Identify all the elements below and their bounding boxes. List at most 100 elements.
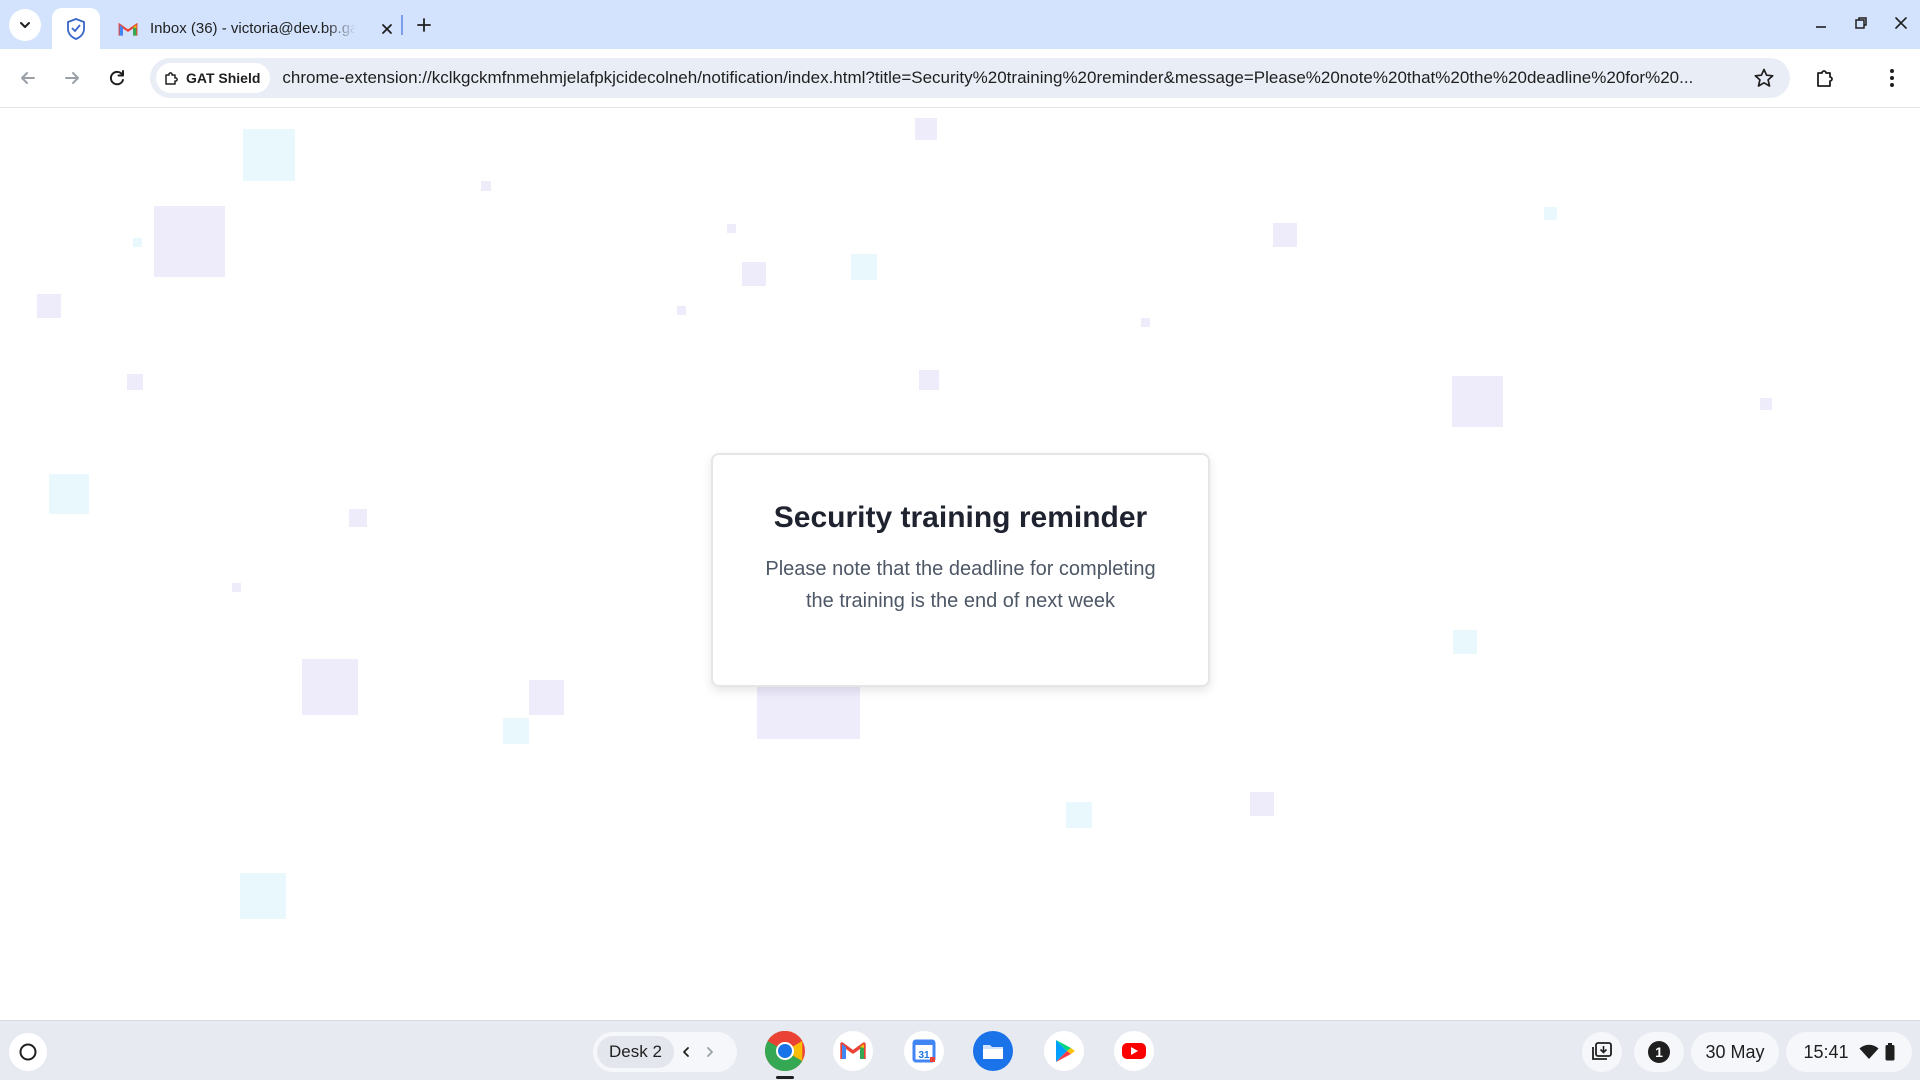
shelf-app-chrome[interactable] [763,1029,807,1073]
decor-square [1141,318,1150,327]
gmail-icon [833,1031,873,1071]
previous-desk-button[interactable] [674,1037,698,1067]
decor-square [302,659,358,715]
tray-notifications-button[interactable]: 1 [1634,1032,1684,1072]
chevron-down-icon [20,22,30,28]
minimize-button[interactable] [1806,10,1836,36]
decor-square [1452,376,1503,427]
desk-name-button[interactable]: Desk 2 [597,1036,674,1068]
minimize-icon [1816,26,1826,28]
tray-screenshot-button[interactable] [1582,1032,1622,1072]
battery-icon [1885,1043,1895,1061]
screen-capture-icon [1592,1042,1612,1060]
url-text: chrome-extension://kclkgckmfnmehmjelafpk… [282,68,1694,87]
close-icon [1895,17,1907,29]
reload-icon [109,70,124,86]
extension-puzzle-icon [1817,70,1833,87]
reload-button[interactable] [100,61,134,95]
tab-close-button[interactable] [376,18,398,40]
next-desk-button[interactable] [698,1037,722,1067]
arrow-left-icon [21,72,35,84]
tray-time: 15:41 [1803,1041,1849,1062]
restore-icon [1855,17,1867,29]
decor-square [1544,207,1557,220]
tab-title: Inbox (36) - victoria@dev.bp.gat [150,20,356,37]
chevron-right-icon [707,1047,713,1057]
tab-pinned-extension[interactable] [52,8,100,49]
decor-square [851,254,877,280]
shelf-app-gmail[interactable] [831,1029,875,1073]
decor-square [240,873,286,919]
arrow-right-icon [65,72,79,84]
system-shelf: Desk 2 31 1 30 May 15:41 [0,1020,1920,1080]
tab-inbox[interactable]: Inbox (36) - victoria@dev.bp.gat [104,8,404,49]
address-bar[interactable]: GAT Shield chrome-extension://kclkgckmfn… [150,58,1790,98]
gmail-favicon-icon [118,22,138,36]
shelf-app-calendar[interactable]: 31 [902,1029,946,1073]
tab-strip: Inbox (36) - victoria@dev.bp.gat [0,0,1920,49]
decor-square [133,238,142,247]
decor-square [1453,630,1477,654]
decor-square [1273,223,1297,247]
decor-square [127,374,143,390]
launcher-circle-icon [19,1043,37,1061]
plus-icon [417,18,431,32]
restore-button[interactable] [1846,10,1876,36]
bookmark-button[interactable] [1752,66,1776,90]
forward-button[interactable] [55,61,89,95]
decor-square [154,206,225,277]
site-info-chip[interactable]: GAT Shield [156,63,271,93]
star-icon [1754,68,1774,87]
notification-card: Security training reminder Please note t… [711,453,1210,687]
decor-square [677,306,686,315]
decor-square [503,718,529,744]
shelf-app-youtube[interactable] [1112,1029,1156,1073]
menu-button[interactable] [1875,61,1909,95]
desk-switcher: Desk 2 [593,1032,737,1072]
decor-square [919,370,939,390]
play-store-icon [1044,1031,1084,1071]
shelf-app-play-store[interactable] [1042,1029,1086,1073]
decor-square [1066,802,1092,828]
launcher-button[interactable] [9,1033,47,1071]
active-app-indicator [776,1076,794,1079]
shelf-app-files[interactable] [971,1029,1015,1073]
new-tab-button[interactable] [411,12,437,38]
wifi-icon [1859,1044,1879,1059]
decor-square [1250,792,1274,816]
decor-square [529,680,564,715]
youtube-icon [1114,1031,1154,1071]
decor-square [49,474,89,514]
tab-search-button[interactable] [9,9,41,41]
tray-status-area[interactable]: 15:41 [1786,1032,1912,1072]
extensions-button[interactable] [1809,61,1843,95]
decor-square [37,294,61,318]
chevron-left-icon [683,1047,689,1057]
notification-count-badge: 1 [1648,1041,1670,1063]
close-icon [382,24,392,34]
decor-square [481,181,491,191]
decor-square [727,224,736,233]
notification-title: Security training reminder [773,501,1148,534]
calendar-day-label: 31 [918,1050,930,1061]
notification-message: Please note that the deadline for comple… [765,558,1156,612]
tray-date-button[interactable]: 30 May [1691,1032,1779,1072]
calendar-icon: 31 [904,1031,944,1071]
decor-square [349,509,367,527]
notification-page: Security training reminder Please note t… [0,109,1920,1020]
tab-separator [401,15,403,35]
decor-square [232,583,241,592]
gat-shield-icon [67,17,85,40]
chrome-icon [765,1031,805,1071]
decor-square [742,262,766,286]
extension-puzzle-icon [165,72,178,85]
more-vertical-icon [1890,69,1894,87]
close-window-button[interactable] [1886,10,1916,36]
back-button[interactable] [11,61,45,95]
site-chip-label: GAT Shield [186,70,261,86]
tray-date: 30 May [1705,1041,1765,1062]
files-icon [973,1031,1013,1071]
decor-square [1760,398,1772,410]
decor-square [243,129,295,181]
browser-toolbar: GAT Shield chrome-extension://kclkgckmfn… [0,49,1920,108]
